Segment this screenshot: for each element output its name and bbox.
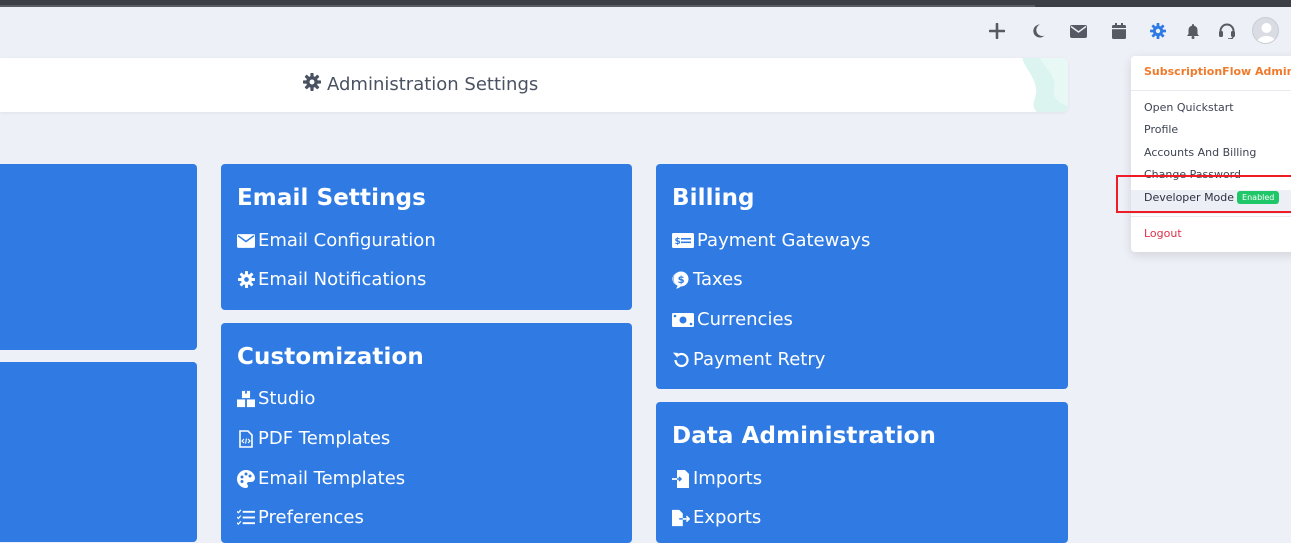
billing-card: Billing $ Payment Gateways $ Taxes Curre… [656, 164, 1068, 389]
profile-item[interactable]: Profile [1144, 123, 1178, 136]
page-header-card: Administration Settings [0, 58, 1068, 112]
file-import-icon [672, 469, 690, 488]
open-quickstart-item[interactable]: Open Quickstart [1144, 101, 1234, 114]
list-check-icon [237, 509, 255, 527]
payment-retry-link[interactable]: Payment Retry [672, 349, 825, 370]
card-title: Data Administration [672, 423, 937, 449]
accounts-and-billing-item[interactable]: Accounts And Billing [1144, 146, 1256, 159]
customization-card: Customization Studio PDF Templates Email… [221, 323, 632, 543]
dollar-bubble-icon: $ [672, 271, 690, 289]
link-label: Taxes [693, 269, 743, 290]
email-configuration-link[interactable]: Email Configuration [237, 230, 436, 251]
money-bill-icon [672, 311, 694, 329]
email-settings-card: Email Settings Email Configuration Email… [221, 164, 632, 310]
exports-link[interactable]: Exports [672, 507, 761, 528]
dropdown-divider [1131, 216, 1291, 217]
money-check-icon: $ [672, 232, 694, 250]
avatar-icon[interactable] [1252, 17, 1279, 44]
link-label: Email Configuration [258, 230, 436, 251]
undo-icon [672, 351, 690, 369]
user-dropdown-menu: SubscriptionFlow Admin Open Quickstart P… [1131, 56, 1291, 252]
settings-card-partial-top [0, 164, 197, 350]
link-label: Imports [693, 468, 763, 489]
decorative-wave-graphic [1022, 58, 1068, 112]
gear-icon [303, 73, 321, 96]
payment-gateways-link[interactable]: $ Payment Gateways [672, 230, 870, 251]
boxes-icon [237, 390, 255, 408]
palette-icon [237, 469, 255, 488]
file-code-icon [237, 429, 255, 448]
browser-top-strip [0, 0, 1291, 7]
imports-link[interactable]: Imports [672, 468, 762, 489]
link-label: Email Notifications [258, 269, 427, 290]
svg-text:$: $ [678, 275, 685, 286]
highlight-box [1116, 175, 1291, 213]
link-label: Preferences [258, 507, 364, 528]
card-title: Email Settings [237, 185, 426, 211]
link-label: Payment Retry [693, 349, 826, 370]
envelope-icon[interactable] [1067, 20, 1089, 42]
svg-text:$: $ [675, 237, 681, 247]
data-administration-card: Data Administration Imports Exports [656, 402, 1068, 543]
file-export-icon [672, 509, 690, 527]
calendar-icon[interactable] [1108, 20, 1130, 42]
email-templates-link[interactable]: Email Templates [237, 468, 405, 489]
link-label: Email Templates [258, 468, 406, 489]
gear-icon[interactable] [1147, 20, 1169, 42]
link-label: Studio [258, 388, 316, 409]
dropdown-divider [1131, 90, 1291, 91]
link-label: Exports [693, 507, 762, 528]
page-title-text: Administration Settings [327, 74, 539, 95]
envelope-icon [237, 232, 255, 250]
settings-card-partial-bottom [0, 362, 197, 542]
headset-icon[interactable] [1216, 20, 1238, 42]
link-label: Payment Gateways [697, 230, 871, 251]
pdf-templates-link[interactable]: PDF Templates [237, 428, 390, 449]
card-title: Billing [672, 185, 755, 211]
page-title: Administration Settings [303, 73, 538, 96]
bell-icon[interactable] [1182, 20, 1204, 42]
taxes-link[interactable]: $ Taxes [672, 269, 743, 290]
email-notifications-link[interactable]: Email Notifications [237, 269, 426, 290]
dropdown-heading: SubscriptionFlow Admin [1144, 65, 1291, 78]
card-title: Customization [237, 344, 424, 370]
link-label: PDF Templates [258, 428, 391, 449]
plus-icon[interactable] [986, 20, 1008, 42]
logout-item[interactable]: Logout [1144, 227, 1182, 240]
link-label: Currencies [697, 309, 793, 330]
studio-link[interactable]: Studio [237, 388, 315, 409]
currencies-link[interactable]: Currencies [672, 309, 793, 330]
preferences-link[interactable]: Preferences [237, 507, 364, 528]
moon-icon[interactable] [1027, 20, 1049, 42]
gear-icon [237, 271, 255, 289]
